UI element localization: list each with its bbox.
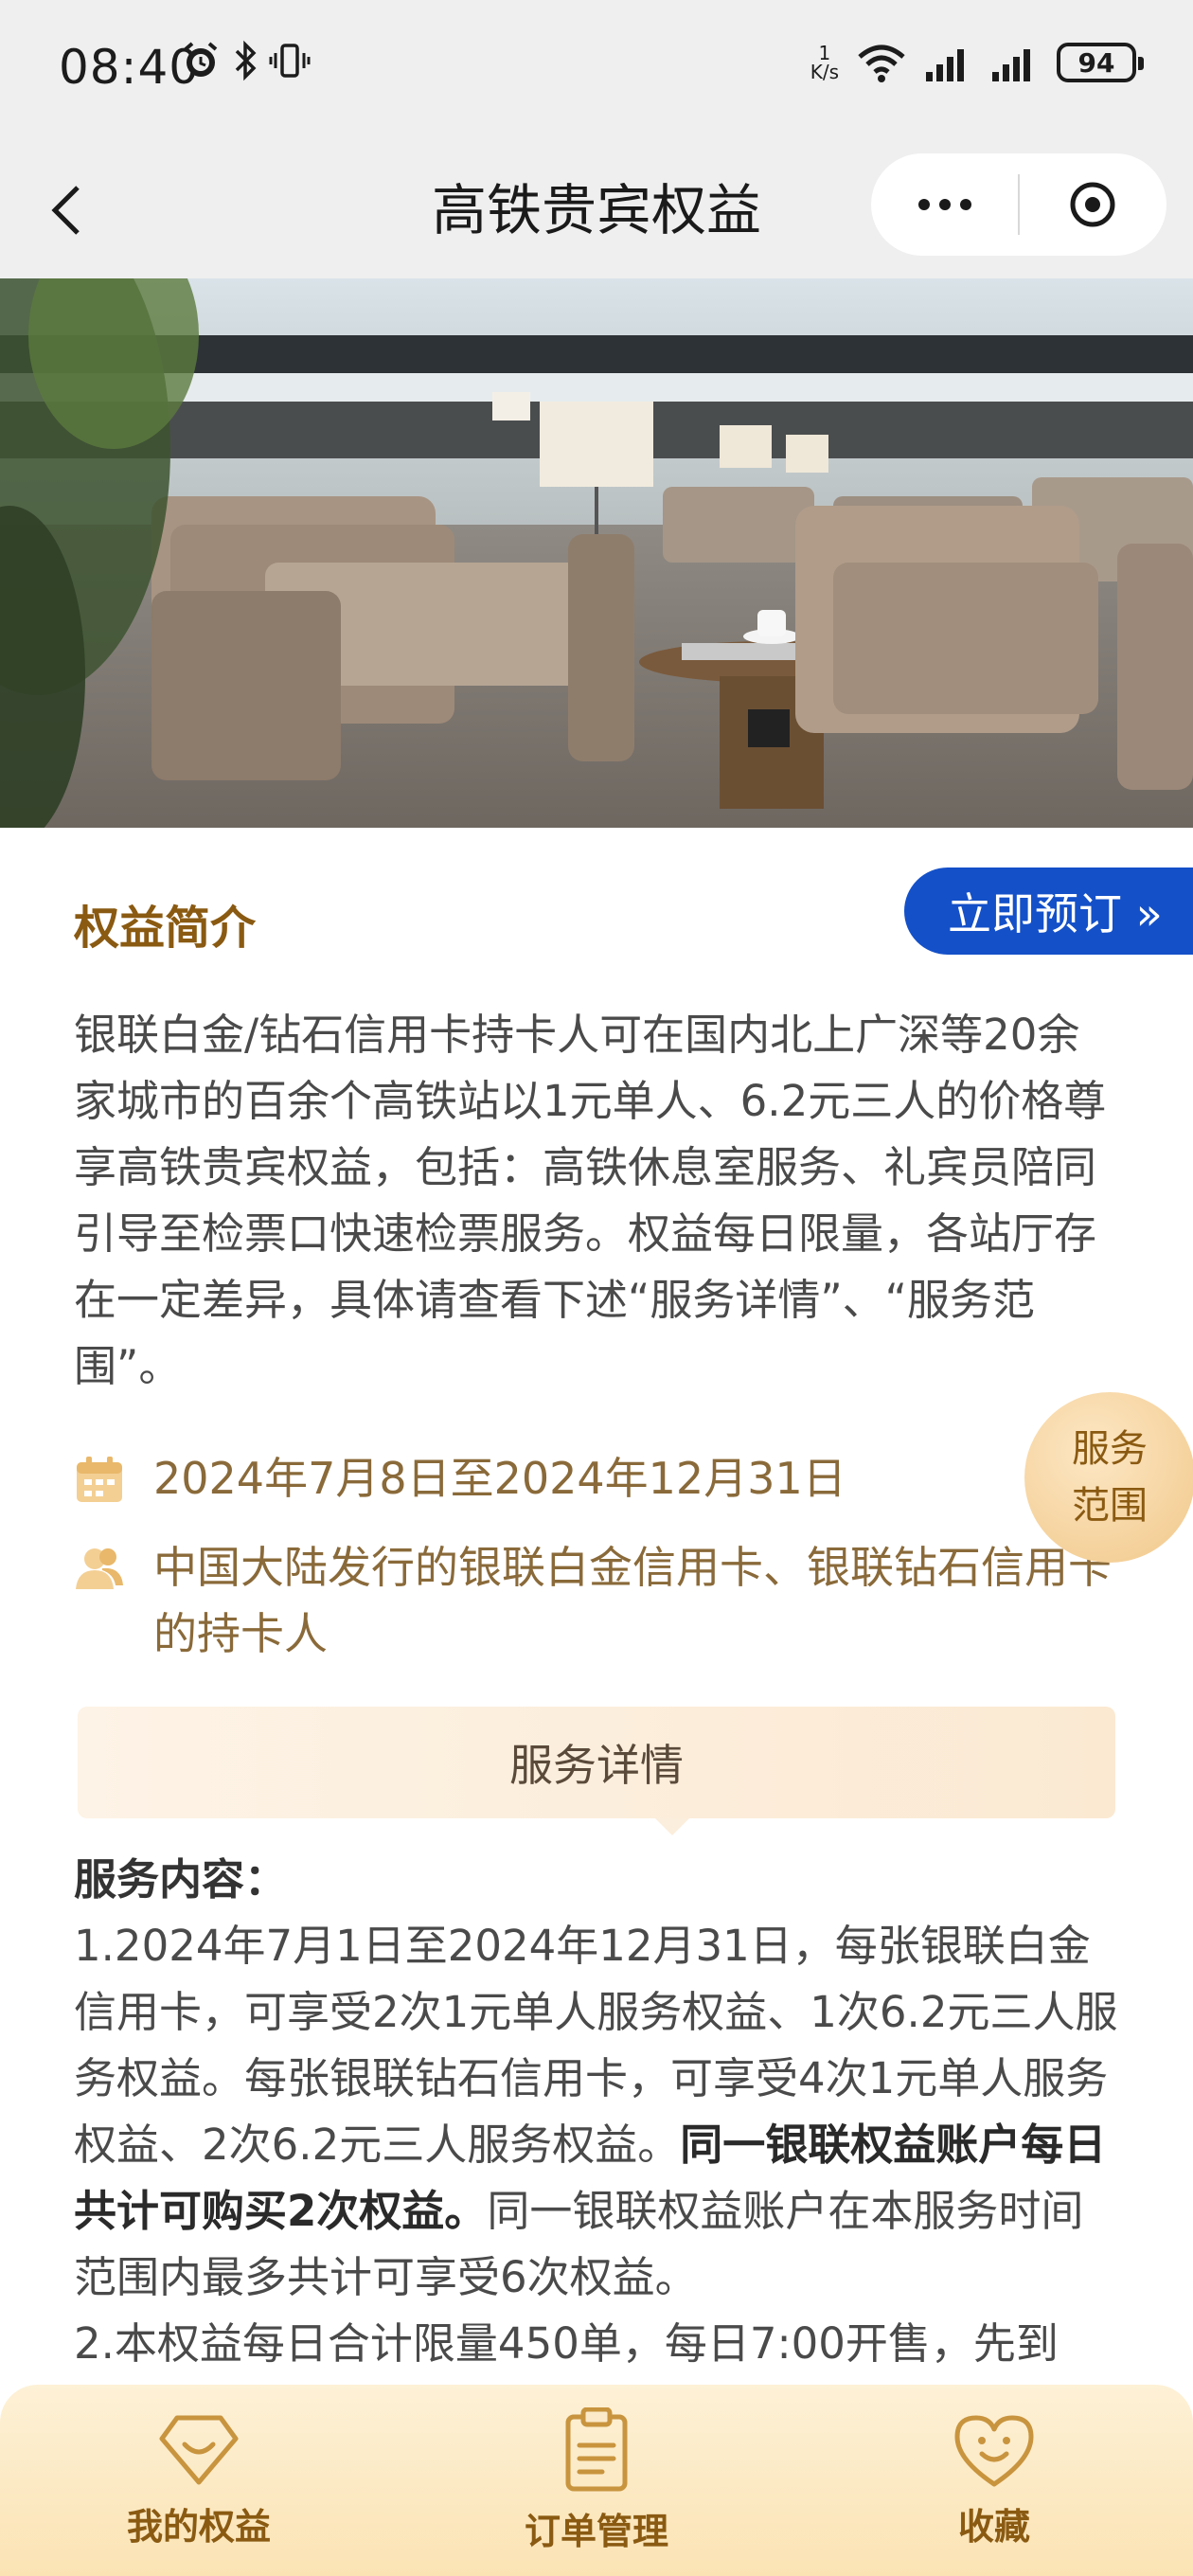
service-content: 服务内容： 1.2024年7月1日至2024年12月31日，每张银联白金信用卡，… [74, 1847, 1125, 2377]
section-title-intro: 权益简介 [74, 902, 257, 955]
service-scope-line2: 范围 [1072, 1484, 1148, 1528]
status-time: 08:40 [59, 40, 201, 95]
lounge-banner-image [0, 278, 1193, 828]
book-now-label: 立即预订 » [948, 888, 1163, 939]
network-speed-value: 1 [818, 42, 831, 64]
network-speed-unit: K/s [810, 61, 839, 83]
date-row: 2024年7月8日至2024年12月31日 [74, 1445, 1148, 1512]
tab-favorites-label: 收藏 [957, 2505, 1030, 2548]
tab-my-benefits-label: 我的权益 [126, 2505, 271, 2548]
service-content-paragraph-2: 2.本权益每日合计限量450单，每日7:00开售，先到 [74, 2318, 1059, 2369]
service-content-paragraph-1: 1.2024年7月1日至2024年12月31日，每张银联白金信用卡，可享受2次1… [74, 1913, 1125, 2311]
users-icon [76, 1548, 123, 1589]
service-scope-line1: 服务 [1072, 1427, 1148, 1471]
eligible-text: 中国大陆发行的银联白金信用卡、银联钻石信用卡的持卡人 [153, 1542, 1112, 1659]
book-now-button[interactable]: 立即预订 » [904, 868, 1193, 955]
signal-icon-1 [926, 49, 964, 81]
status-left-icons [180, 40, 311, 81]
heart-smile-icon [954, 2415, 1034, 2486]
status-right: 1 K/s 94 [810, 42, 1144, 83]
service-details-tab[interactable]: 服务详情 [78, 1707, 1115, 1835]
bluetooth-icon [235, 40, 257, 81]
tab-favorites[interactable]: 收藏 [795, 2385, 1193, 2576]
status-bar: 08:40 1 K/s 94 [0, 0, 1193, 142]
diamond-heart-icon [159, 2415, 239, 2484]
service-content-label: 服务内容： [74, 1854, 288, 1905]
lounge-illustration [0, 278, 1193, 828]
vibrate-icon [269, 44, 311, 78]
nav-bar: 高铁贵宾权益 [0, 142, 1193, 278]
calendar-icon [77, 1457, 122, 1502]
network-speed: 1 K/s [810, 44, 839, 81]
close-button[interactable] [1020, 153, 1166, 256]
tab-orders-label: 订单管理 [524, 2510, 668, 2552]
clipboard-icon [565, 2406, 628, 2491]
date-range-text: 2024年7月8日至2024年12月31日 [153, 1453, 846, 1504]
tab-my-benefits[interactable]: 我的权益 [0, 2385, 398, 2576]
eligible-row: 中国大陆发行的银联白金信用卡、银联钻石信用卡的持卡人 [74, 1534, 1148, 1667]
tab-orders[interactable]: 订单管理 [398, 2385, 795, 2576]
miniprogram-capsule [871, 153, 1166, 256]
service-scope-button[interactable]: 服务 范围 [1024, 1392, 1193, 1563]
close-icon [1070, 182, 1115, 227]
bottom-tab-bar: 我的权益 订单管理 收藏 [0, 2385, 1193, 2576]
intro-description: 银联白金/钻石信用卡持卡人可在国内北上广深等20余家城市的百余个高铁站以1元单人… [74, 1010, 1107, 1391]
more-button[interactable] [871, 153, 1018, 256]
signal-icon-2 [992, 49, 1030, 81]
battery-indicator: 94 [1057, 43, 1144, 82]
wifi-icon [858, 45, 905, 82]
more-icon [917, 199, 971, 210]
alarm-icon [184, 42, 218, 77]
